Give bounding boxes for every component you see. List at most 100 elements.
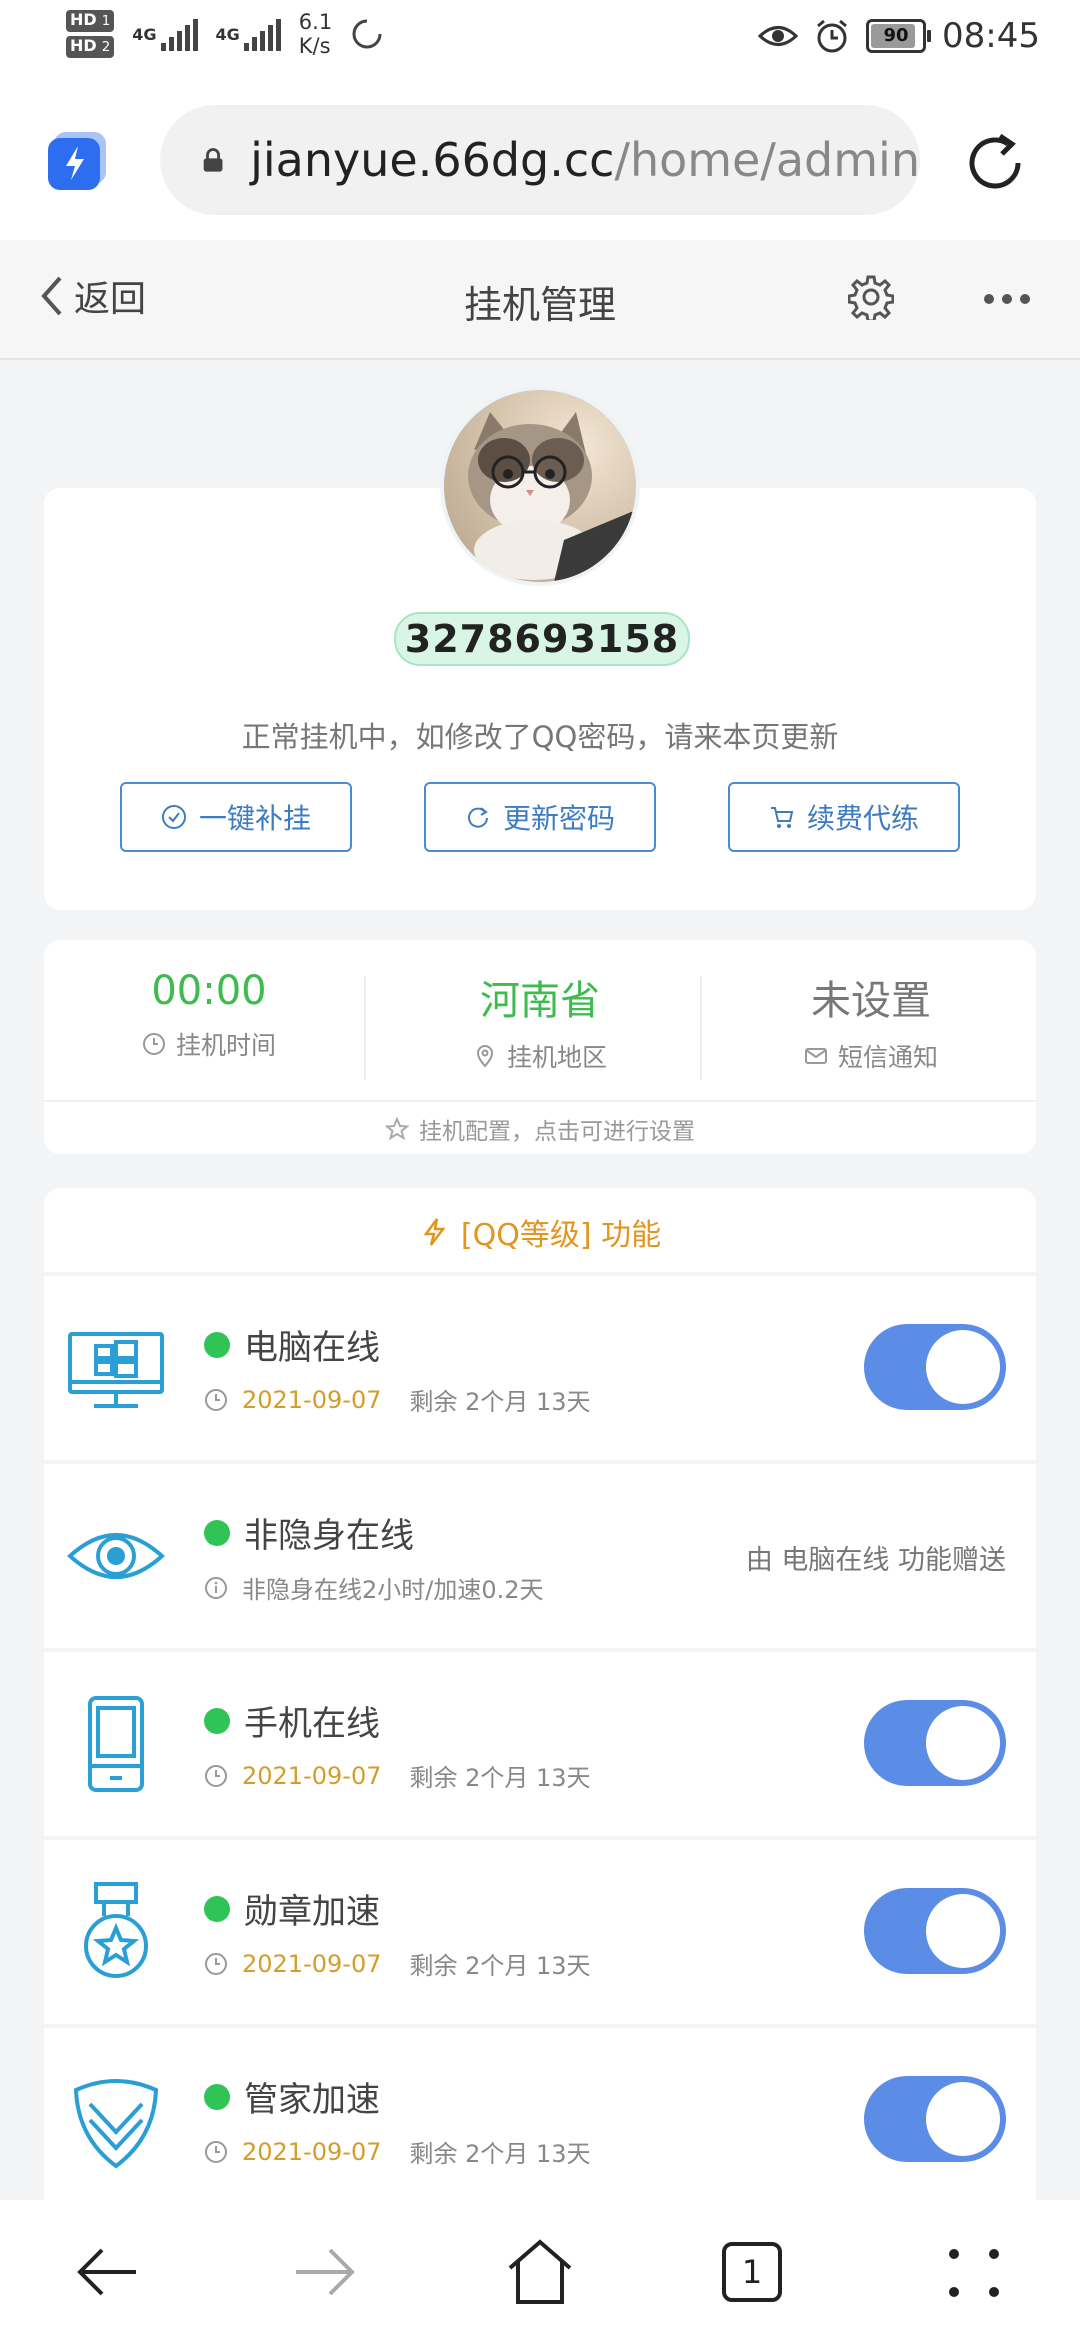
feature-row-visible-online: 非隐身在线 非隐身在线2小时/加速0.2天 由 电脑在线 功能赠送 bbox=[44, 1464, 1036, 1648]
avatar bbox=[440, 386, 640, 586]
status-dot-icon bbox=[204, 2083, 230, 2110]
clock-icon bbox=[205, 1764, 227, 1787]
home-icon[interactable] bbox=[504, 2236, 576, 2308]
expiry-date: 2021-09-07 bbox=[242, 2137, 382, 2166]
stat-value: 00:00 bbox=[151, 968, 267, 1014]
guard-boost-toggle[interactable] bbox=[864, 2076, 1006, 2162]
browser-logo-icon[interactable] bbox=[48, 132, 106, 190]
reload-icon[interactable] bbox=[960, 128, 1030, 198]
feature-name: 非隐身在线 bbox=[204, 1508, 414, 1557]
feature-name: 电脑在线 bbox=[204, 1320, 380, 1369]
feature-info-text: 非隐身在线2小时/加速0.2天 bbox=[242, 1576, 544, 1604]
features-header: [QQ等级] 功能 bbox=[44, 1210, 1036, 1254]
signal-bars-icon bbox=[243, 17, 281, 51]
stat-value: 未设置 bbox=[811, 978, 931, 1024]
page-header: 返回 挂机管理 bbox=[0, 240, 1080, 360]
config-hint[interactable]: 挂机配置，点击可进行设置 bbox=[44, 1112, 1036, 1146]
clock-time: 08:45 bbox=[942, 16, 1040, 56]
check-circle-icon bbox=[161, 805, 186, 829]
feature-expiry: 2021-09-07 剩余 2个月 13天 bbox=[204, 1758, 591, 1793]
pc-online-toggle[interactable] bbox=[864, 1324, 1006, 1410]
update-password-button[interactable]: 更新密码 bbox=[424, 782, 656, 852]
url-input[interactable]: jianyue.66dg.cc/home/admin bbox=[160, 105, 920, 215]
feature-row-mobile-online: 手机在线 2021-09-07 剩余 2个月 13天 bbox=[44, 1652, 1036, 1836]
one-click-rehang-button[interactable]: 一键补挂 bbox=[120, 782, 352, 852]
gift-note: 由 电脑在线 功能赠送 bbox=[745, 1545, 1006, 1576]
status-dot-icon bbox=[204, 1331, 230, 1358]
renew-button[interactable]: 续费代练 bbox=[728, 782, 960, 852]
button-label: 续费代练 bbox=[806, 802, 919, 835]
feature-row-guard-boost: 管家加速 2021-09-07 剩余 2个月 13天 bbox=[44, 2028, 1036, 2212]
feature-expiry: 2021-09-07 剩余 2个月 13天 bbox=[204, 2134, 591, 2169]
remaining-time: 剩余 2个月 13天 bbox=[409, 1388, 591, 1416]
eye-icon bbox=[67, 1533, 165, 1579]
clock-icon bbox=[205, 2140, 227, 2163]
eye-status-icon bbox=[758, 26, 799, 46]
features-title: [QQ等级] 功能 bbox=[460, 1218, 662, 1253]
page-title: 挂机管理 bbox=[463, 283, 616, 327]
location-icon bbox=[476, 1045, 493, 1068]
remaining-time: 剩余 2个月 13天 bbox=[409, 2140, 591, 2168]
divider bbox=[364, 976, 366, 1080]
alarm-icon bbox=[817, 19, 847, 53]
gear-icon[interactable] bbox=[848, 274, 894, 320]
refresh-icon bbox=[468, 807, 488, 828]
clock-icon bbox=[205, 1388, 227, 1411]
info-icon bbox=[205, 1576, 227, 1599]
signal-1: 4G bbox=[132, 17, 198, 51]
stat-value: 河南省 bbox=[480, 978, 600, 1024]
arrow-right-icon[interactable] bbox=[288, 2236, 360, 2308]
feature-name: 手机在线 bbox=[204, 1696, 380, 1745]
arrow-left-icon[interactable] bbox=[72, 2236, 144, 2308]
divider bbox=[44, 1100, 1036, 1102]
config-hint-text: 挂机配置，点击可进行设置 bbox=[419, 1119, 695, 1145]
mobile-online-toggle[interactable] bbox=[864, 1700, 1006, 1786]
stat-hang-time: 00:00 挂机时间 bbox=[44, 968, 374, 1062]
signal-2: 4G bbox=[216, 17, 281, 51]
more-icon[interactable] bbox=[984, 294, 1030, 304]
features-card: [QQ等级] 功能 电脑在线 2021-09-07 剩余 2个月 13天 非隐身… bbox=[44, 1188, 1036, 2200]
menu-dots-icon[interactable] bbox=[938, 2236, 1010, 2308]
clock-icon bbox=[142, 1033, 165, 1055]
feature-row-medal-boost: 勋章加速 2021-09-07 剩余 2个月 13天 bbox=[44, 1840, 1036, 2024]
cat-avatar-image bbox=[444, 390, 636, 582]
feature-row-pc-online: 电脑在线 2021-09-07 剩余 2个月 13天 bbox=[44, 1276, 1036, 1460]
stat-sms: 未设置 短信通知 bbox=[706, 968, 1036, 1074]
status-dot-icon bbox=[204, 1895, 230, 1922]
network-speed: 6.1 K/s bbox=[298, 10, 333, 58]
button-label: 更新密码 bbox=[502, 802, 615, 835]
remaining-time: 剩余 2个月 13天 bbox=[409, 1764, 591, 1792]
lock-icon bbox=[203, 148, 223, 172]
feature-expiry: 2021-09-07 剩余 2个月 13天 bbox=[204, 1946, 591, 1981]
cart-icon bbox=[770, 807, 794, 828]
feature-name: 管家加速 bbox=[204, 2072, 380, 2121]
status-bar: HD 1 HD 2 4G 4G 6.1 K/s 90 08:45 bbox=[0, 0, 1080, 80]
medal-icon bbox=[84, 1882, 148, 1978]
tabs-button[interactable]: 1 bbox=[722, 2242, 782, 2302]
expiry-date: 2021-09-07 bbox=[242, 1949, 382, 1978]
feature-info: 非隐身在线2小时/加速0.2天 bbox=[204, 1570, 544, 1605]
stat-label: 挂机时间 bbox=[175, 1031, 276, 1060]
status-dot-icon bbox=[204, 1519, 230, 1546]
stat-label: 挂机地区 bbox=[506, 1043, 607, 1072]
stat-region: 河南省 挂机地区 bbox=[375, 968, 705, 1074]
browser-url-bar: jianyue.66dg.cc/home/admin bbox=[0, 80, 1080, 240]
qq-number-badge: 3278693158 bbox=[394, 612, 690, 666]
signal-bars-icon bbox=[160, 17, 198, 51]
clock-icon bbox=[205, 1952, 227, 1975]
star-icon bbox=[385, 1117, 409, 1141]
browser-bottom-bar: 1 bbox=[0, 2200, 1080, 2340]
expiry-date: 2021-09-07 bbox=[242, 1385, 382, 1414]
medal-boost-toggle[interactable] bbox=[864, 1888, 1006, 1974]
computer-icon bbox=[68, 1332, 164, 1408]
hd-indicator: HD 1 HD 2 bbox=[66, 10, 115, 58]
battery-icon: 90 bbox=[866, 19, 932, 53]
stats-card[interactable]: 00:00 挂机时间 河南省 挂机地区 未设置 短信通知 挂机配置，点击可进行设… bbox=[44, 940, 1036, 1154]
feature-expiry: 2021-09-07 剩余 2个月 13天 bbox=[204, 1382, 591, 1417]
status-notice: 正常挂机中，如修改了QQ密码，请来本页更新 bbox=[241, 720, 839, 754]
button-label: 一键补挂 bbox=[198, 802, 311, 835]
stat-label: 短信通知 bbox=[837, 1043, 938, 1072]
feature-name: 勋章加速 bbox=[204, 1884, 380, 1933]
shield-icon bbox=[73, 2079, 159, 2169]
mail-icon bbox=[804, 1048, 827, 1064]
